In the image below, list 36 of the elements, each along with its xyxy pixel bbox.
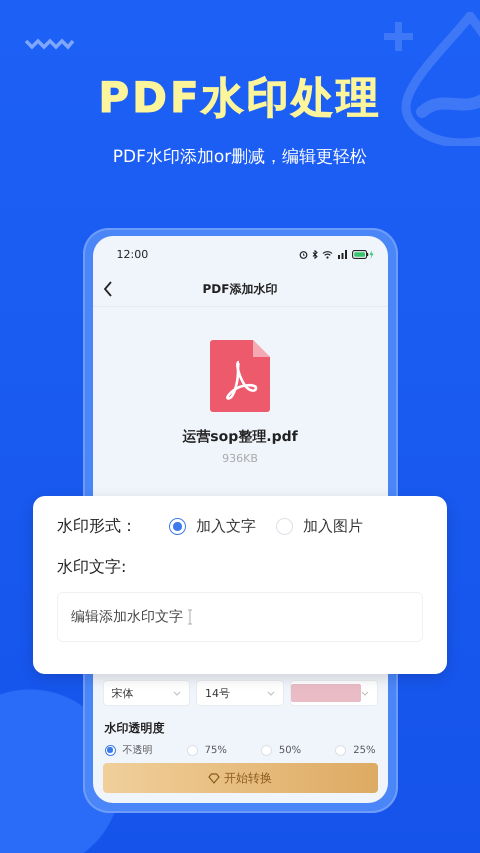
font-select[interactable]: 14号 <box>196 680 284 706</box>
plus-icon <box>384 22 413 51</box>
wifi-icon <box>322 250 332 258</box>
subheadline: PDF水印添加or删减，编辑更轻松 <box>112 146 368 168</box>
zigzag-icon <box>24 38 75 50</box>
radio-button[interactable] <box>104 744 116 756</box>
water-drop-icon <box>400 12 480 146</box>
field-label: 水印文字: <box>57 557 128 578</box>
option-label: 加入图片 <box>303 517 363 536</box>
chevron-down-icon <box>266 690 274 696</box>
signal-icon <box>336 250 348 258</box>
option-label: 50% <box>278 744 302 756</box>
option-label: 不透明 <box>122 744 152 757</box>
watermark-text-field[interactable]: 编辑添加水印文字 <box>57 592 423 642</box>
opacity-label: 水印透明度 <box>104 720 166 737</box>
file-size: 936KB <box>222 452 258 465</box>
back-icon[interactable] <box>102 281 112 297</box>
screen-title: PDF添加水印 <box>202 280 278 298</box>
file-name: 运营sop整理.pdf <box>182 428 298 446</box>
headline: PDF水印处理 <box>98 72 382 124</box>
chevron-down-icon <box>360 690 368 696</box>
battery-icon <box>352 250 374 258</box>
color-select[interactable] <box>290 680 378 706</box>
diamond-icon <box>208 772 220 784</box>
option-label: 25% <box>353 744 376 756</box>
option-label: 75% <box>204 744 227 756</box>
option-label: 加入文字 <box>196 517 256 536</box>
bluetooth-icon <box>312 250 318 258</box>
font-select[interactable]: 宋体 <box>102 680 190 706</box>
radio-button[interactable] <box>169 518 186 535</box>
status-time: 12:00 <box>116 248 148 260</box>
alarm-icon <box>298 250 308 258</box>
field-label: 水印形式： <box>57 516 138 537</box>
text-cursor-icon <box>187 609 193 625</box>
chevron-down-icon <box>173 690 181 696</box>
pdf-file-icon <box>210 340 270 412</box>
